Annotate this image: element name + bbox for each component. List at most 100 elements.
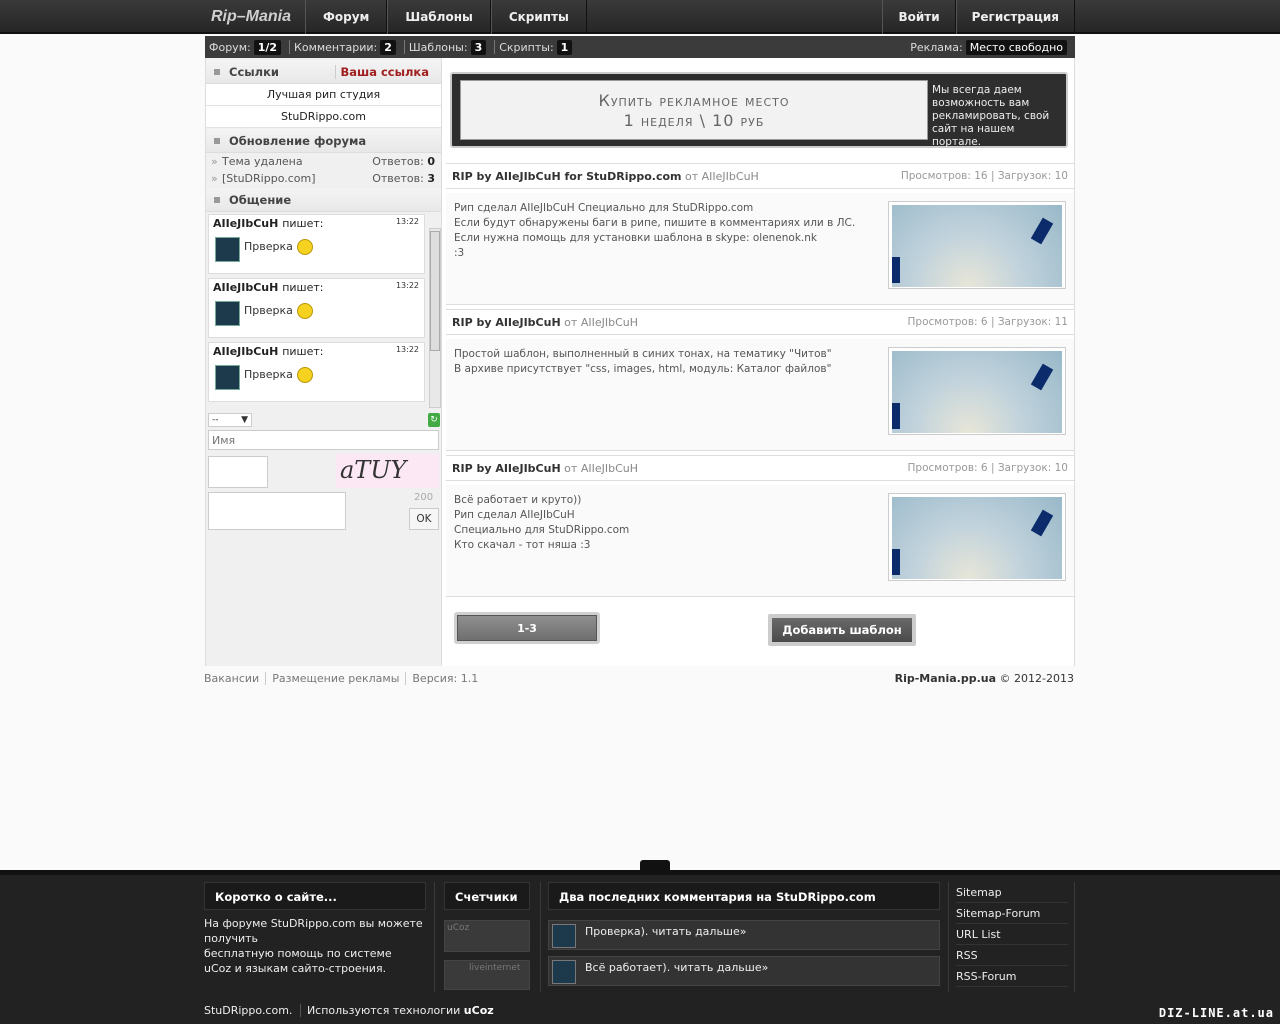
divider bbox=[434, 882, 435, 992]
register-link[interactable]: Регистрация bbox=[955, 0, 1075, 34]
chat-user[interactable]: AIIeJIbCuH bbox=[213, 345, 278, 358]
login-link[interactable]: Войти bbox=[882, 0, 956, 34]
footer-link-list: Sitemap Sitemap-Forum URL List RSS RSS-F… bbox=[956, 882, 1068, 987]
chat-text: Прверка bbox=[244, 304, 293, 317]
chat-header: Общение bbox=[206, 188, 441, 212]
forum-update-row[interactable]: [StuDRippo.com] Ответов: 3 bbox=[206, 170, 441, 187]
post-title[interactable]: RIP by AIIeJIbCuH for StuDRippo.com bbox=[452, 170, 682, 183]
refresh-icon[interactable]: ↻ bbox=[428, 413, 440, 427]
chat-scrollbar[interactable] bbox=[429, 228, 441, 408]
divider bbox=[540, 882, 541, 992]
recent-comment[interactable]: Всё работает). читать дальше» bbox=[548, 956, 940, 986]
chat-message: AIIeJIbCuH пишет: 13:22 Прверка bbox=[208, 214, 425, 274]
ad-stat-link[interactable]: Место свободно bbox=[965, 39, 1067, 55]
scrollbar-thumb[interactable] bbox=[430, 231, 440, 351]
post-author[interactable]: AIIeJIbCuH bbox=[581, 316, 638, 329]
template-post: RIP by AIIeJIbCuH от AIIeJIbCuH Просмотр… bbox=[446, 309, 1074, 451]
post-stats: Просмотров: 6 | Загрузок: 10 bbox=[907, 462, 1068, 474]
url-list-link[interactable]: URL List bbox=[956, 924, 1068, 945]
templates-stat-label: Шаблоны: bbox=[408, 40, 468, 54]
ad-description: Мы всегда даем возможность вам рекламиро… bbox=[932, 84, 1050, 148]
watermark: DIZ-LINE.at.ua bbox=[1158, 1006, 1274, 1020]
chat-says: пишет: bbox=[282, 281, 324, 294]
counters-title: Счетчики bbox=[444, 882, 530, 910]
chat-message: AIIeJIbCuH пишет: 13:22 Прверка bbox=[208, 278, 425, 338]
chat-user[interactable]: AIIeJIbCuH bbox=[213, 217, 278, 230]
forum-updates-title: Обновление форума bbox=[229, 134, 367, 148]
comment-text[interactable]: Проверка). читать дальше» bbox=[585, 925, 747, 938]
forum-topic[interactable]: [StuDRippo.com] bbox=[222, 172, 316, 185]
post-from: от bbox=[564, 316, 578, 329]
copyright-site[interactable]: Rip-Mania.pp.ua bbox=[895, 672, 996, 685]
chat-time: 13:22 bbox=[395, 217, 419, 226]
pagination-button[interactable]: 1-3 bbox=[454, 612, 600, 644]
sidebar-link[interactable]: Лучшая рип студия bbox=[206, 84, 441, 106]
avatar bbox=[552, 924, 576, 948]
chat-text: Прверка bbox=[244, 368, 293, 381]
name-input[interactable] bbox=[208, 430, 439, 450]
post-from: от bbox=[564, 462, 578, 475]
post-header: RIP by AIIeJIbCuH от AIIeJIbCuH Просмотр… bbox=[446, 309, 1074, 335]
post-text: Рип сделал AIIeJIbCuH Специально для Stu… bbox=[454, 202, 856, 259]
post-stats: Просмотров: 16 | Загрузок: 10 bbox=[900, 170, 1068, 182]
divider bbox=[1074, 882, 1075, 992]
nav-scripts[interactable]: Скрипты bbox=[490, 0, 587, 34]
add-template-button[interactable]: Добавить шаблон bbox=[768, 614, 916, 646]
vacancies-link[interactable]: Вакансии bbox=[204, 672, 267, 685]
ad-line-1: Купить рекламное место bbox=[598, 91, 790, 110]
char-counter: 200 bbox=[414, 492, 434, 503]
replies-count: 0 bbox=[427, 155, 435, 168]
avatar bbox=[215, 301, 240, 326]
rss-forum-link[interactable]: RSS-Forum bbox=[956, 966, 1068, 987]
forum-update-row[interactable]: Тема удалена Ответов: 0 bbox=[206, 153, 441, 170]
site-logo[interactable]: Rip–Mania bbox=[205, 0, 305, 34]
divider bbox=[403, 40, 405, 54]
liveinternet-counter[interactable]: liveinternet bbox=[444, 960, 530, 990]
divider bbox=[948, 882, 949, 992]
comment-text[interactable]: Всё работает). читать дальше» bbox=[585, 961, 768, 974]
chat-user[interactable]: AIIeJIbCuH bbox=[213, 281, 278, 294]
about-text: На форуме StuDRippo.com вы можете получи… bbox=[204, 917, 423, 975]
scripts-stat-label: Скрипты: bbox=[499, 40, 554, 54]
post-thumbnail[interactable] bbox=[888, 347, 1066, 435]
ucoz-link[interactable]: uCoz bbox=[464, 1004, 494, 1017]
post-title[interactable]: RIP by AIIeJIbCuH bbox=[452, 462, 561, 475]
ad-placeholder[interactable]: Купить рекламное место 1 неделя \ 10 руб bbox=[460, 80, 928, 140]
your-link-button[interactable]: Ваша ссылка bbox=[335, 65, 429, 79]
nav-templates[interactable]: Шаблоны bbox=[387, 0, 491, 34]
ad-banner[interactable]: Купить рекламное место 1 неделя \ 10 руб… bbox=[450, 72, 1068, 148]
rss-link[interactable]: RSS bbox=[956, 945, 1068, 966]
post-body: Рип сделал AIIeJIbCuH Специально для Stu… bbox=[446, 193, 1074, 305]
ad-stat-label: Реклама: bbox=[910, 40, 963, 54]
recent-comment[interactable]: Проверка). читать дальше» bbox=[548, 920, 940, 950]
select-value: -- bbox=[212, 415, 219, 425]
post-author[interactable]: AIIeJIbCuH bbox=[581, 462, 638, 475]
about-title: Коротко о сайте... bbox=[204, 882, 426, 910]
message-textarea[interactable] bbox=[208, 492, 346, 530]
ad-placement-link[interactable]: Размещение рекламы bbox=[272, 672, 407, 685]
captcha-input[interactable] bbox=[208, 456, 268, 488]
forum-topic[interactable]: Тема удалена bbox=[222, 155, 303, 168]
ucoz-counter[interactable]: uCoz bbox=[444, 920, 530, 952]
bottom-site[interactable]: StuDRippo.com. bbox=[204, 1004, 292, 1017]
chat-says: пишет: bbox=[282, 345, 324, 358]
links-title: Ссылки bbox=[229, 65, 279, 79]
stats-bar: Форум: 1/2 Комментарии: 2 Шаблоны: 3 Скр… bbox=[205, 36, 1075, 58]
sidebar-link[interactable]: StuDRippo.com bbox=[206, 106, 441, 128]
post-title[interactable]: RIP by AIIeJIbCuH bbox=[452, 316, 561, 329]
chat-time: 13:22 bbox=[395, 345, 419, 354]
smiley-select[interactable]: -- ▼ bbox=[208, 413, 252, 427]
ok-button[interactable]: OK bbox=[409, 508, 439, 530]
post-thumbnail[interactable] bbox=[888, 493, 1066, 581]
smile-icon bbox=[296, 303, 313, 319]
template-post: RIP by AIIeJIbCuH от AIIeJIbCuH Просмотр… bbox=[446, 455, 1074, 597]
post-author[interactable]: AIIeJIbCuH bbox=[702, 170, 759, 183]
avatar bbox=[552, 960, 576, 984]
nav-forum[interactable]: Форум bbox=[305, 0, 388, 34]
post-header: RIP by AIIeJIbCuH for StuDRippo.com от A… bbox=[446, 163, 1074, 189]
sitemap-link[interactable]: Sitemap bbox=[956, 882, 1068, 903]
chevron-down-icon: ▼ bbox=[241, 415, 248, 425]
post-thumbnail[interactable] bbox=[888, 201, 1066, 289]
content-area: Ссылки Ваша ссылка Лучшая рип студия Stu… bbox=[205, 58, 1075, 666]
sitemap-forum-link[interactable]: Sitemap-Forum bbox=[956, 903, 1068, 924]
